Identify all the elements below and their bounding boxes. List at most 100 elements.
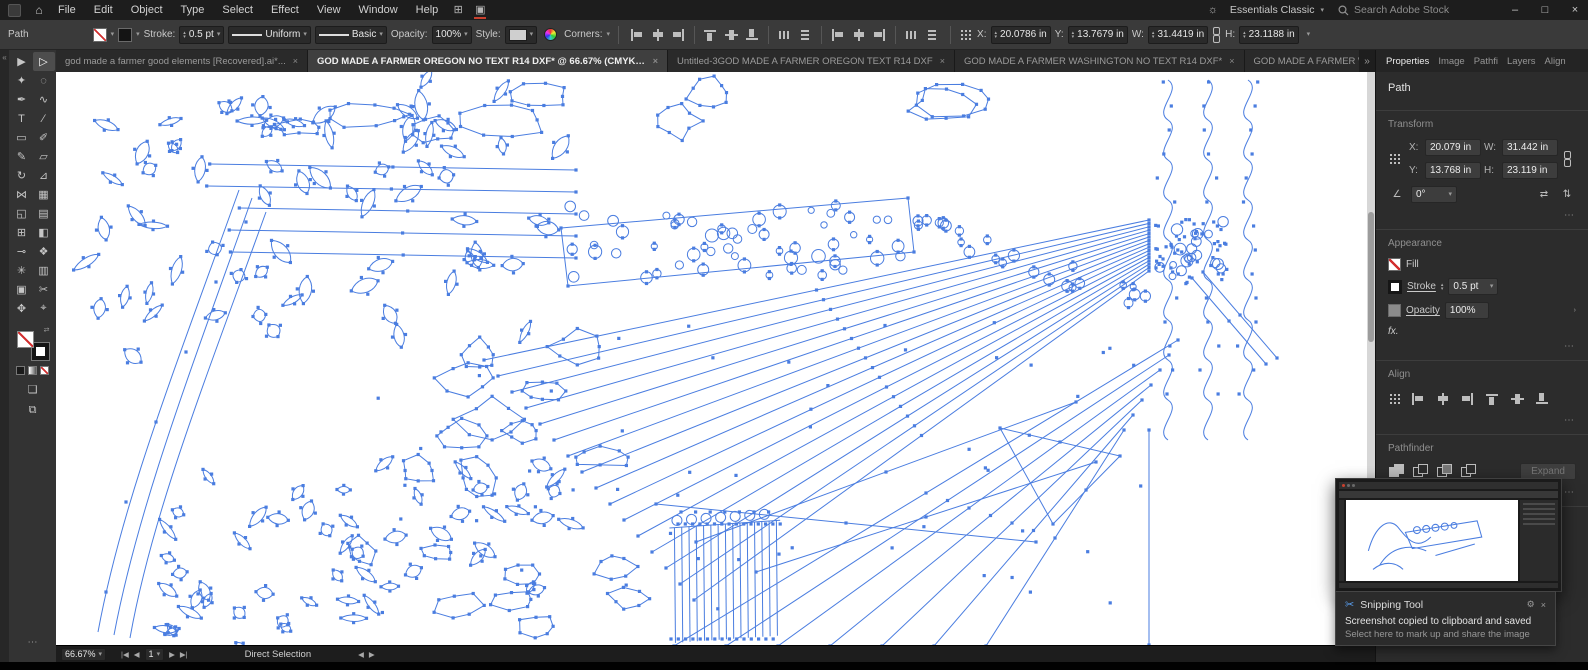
- stroke-weight-chevron-icon[interactable]: ▾: [1490, 283, 1494, 290]
- stroke-link[interactable]: Stroke: [1407, 281, 1436, 292]
- stepper-icon[interactable]: ▴▾: [1441, 283, 1444, 291]
- horizontal-align-center-icon[interactable]: [1433, 389, 1452, 408]
- stroke-swatch[interactable]: [1388, 280, 1402, 294]
- horizontal-align-right-icon[interactable]: [1458, 389, 1477, 408]
- h-field[interactable]: 23.119 in: [1502, 162, 1558, 179]
- lasso-tool[interactable]: ◌: [33, 71, 55, 90]
- more-options-icon[interactable]: ▾: [1307, 31, 1311, 38]
- column-graph-tool[interactable]: ▥: [33, 261, 55, 280]
- horizontal-align-left-icon[interactable]: [1408, 389, 1427, 408]
- menu-object[interactable]: Object: [122, 0, 172, 20]
- status-back-icon[interactable]: ◀: [358, 650, 364, 659]
- collapse-icon[interactable]: «: [2, 53, 6, 62]
- scale-tool[interactable]: ⊿: [33, 166, 55, 185]
- first-artboard-icon[interactable]: |◀: [121, 650, 129, 659]
- align-options-icon[interactable]: [1388, 392, 1402, 406]
- rotation-dropdown[interactable]: 0° ▾: [1411, 186, 1457, 203]
- stepper-icon[interactable]: ▴▾: [1243, 31, 1246, 39]
- vertical-align-top-icon[interactable]: [1483, 389, 1502, 408]
- rotation-chevron-icon[interactable]: ▾: [1448, 191, 1452, 198]
- arrange-documents-icon[interactable]: ▣: [469, 0, 491, 20]
- eraser-tool[interactable]: ▱: [33, 147, 55, 166]
- last-artboard-icon[interactable]: ▶|: [180, 650, 188, 659]
- recolor-artwork-icon[interactable]: [541, 25, 560, 44]
- tab-overflow-icon[interactable]: »: [1359, 50, 1375, 72]
- width-profile-dropdown[interactable]: Uniform ▾: [228, 26, 311, 44]
- align-more-icon[interactable]: ⋯: [1564, 415, 1574, 426]
- appearance-more-icon[interactable]: ⋯: [1564, 341, 1574, 352]
- color-mode-icon[interactable]: [16, 366, 25, 375]
- fill-chevron-icon[interactable]: ▾: [111, 31, 115, 38]
- perspective-grid-tool[interactable]: ▤: [33, 204, 55, 223]
- type-tool[interactable]: T: [11, 109, 33, 128]
- menu-type[interactable]: Type: [172, 0, 214, 20]
- scrollbar-thumb[interactable]: [1368, 212, 1374, 342]
- width-tool[interactable]: ⋈: [11, 185, 33, 204]
- vertical-align-bottom-icon[interactable]: [743, 25, 762, 44]
- panel-tab-image[interactable]: Image: [1438, 56, 1464, 67]
- blend-tool[interactable]: ❖: [33, 242, 55, 261]
- gradient-mode-icon[interactable]: [28, 366, 37, 375]
- fx-button[interactable]: fx.: [1388, 326, 1576, 337]
- slice-tool[interactable]: ✂: [33, 280, 55, 299]
- snip-thumbnail[interactable]: [1346, 500, 1518, 581]
- reference-point-icon[interactable]: [959, 28, 973, 42]
- vertical-align-center-icon[interactable]: [1508, 389, 1527, 408]
- reference-point-locator[interactable]: [1388, 152, 1402, 166]
- free-transform-tool[interactable]: ▦: [33, 185, 55, 204]
- stroke-chevron-icon[interactable]: ▾: [136, 31, 140, 38]
- shape-builder-tool[interactable]: ◱: [11, 204, 33, 223]
- pen-tool[interactable]: ✒: [11, 90, 33, 109]
- vertical-align-top-icon[interactable]: [701, 25, 720, 44]
- direct-selection-tool[interactable]: ▷: [33, 52, 55, 71]
- discover-icon[interactable]: ☼: [1202, 0, 1224, 20]
- width-profile-chevron-icon[interactable]: ▾: [303, 31, 307, 38]
- snipping-tool-toast[interactable]: ✂ Snipping Tool ⚙ × Screenshot copied to…: [1335, 591, 1556, 646]
- flip-horizontal-icon[interactable]: ⇄: [1535, 187, 1553, 203]
- artboard-tool[interactable]: ▣: [11, 280, 33, 299]
- zoom-chevron-icon[interactable]: ▾: [99, 651, 103, 658]
- stroke-weight-field[interactable]: ▴▾ 0.5 pt ▾: [179, 26, 224, 44]
- pencil-tool[interactable]: ✎: [11, 147, 33, 166]
- maximize-button[interactable]: □: [1532, 0, 1558, 20]
- style-chevron-icon[interactable]: ▾: [530, 31, 534, 38]
- opacity-chevron-icon[interactable]: ▾: [464, 31, 468, 38]
- pathfinder-more-icon[interactable]: ⋯: [1564, 487, 1574, 498]
- transform-more-icon[interactable]: ⋯: [1564, 210, 1574, 221]
- stroke-weight-dropdown[interactable]: 0.5 pt ▾: [1448, 278, 1498, 295]
- tab-close-icon[interactable]: ×: [940, 56, 945, 66]
- workspace-chevron-icon[interactable]: ▾: [1320, 7, 1324, 14]
- horizontal-align-center-icon[interactable]: [648, 25, 667, 44]
- opacity-swatch[interactable]: [1388, 304, 1401, 317]
- status-forward-icon[interactable]: ▶: [369, 650, 375, 659]
- menu-window[interactable]: Window: [350, 0, 407, 20]
- opacity-panel-icon[interactable]: ›: [1574, 307, 1576, 314]
- style-dropdown[interactable]: ▾: [505, 26, 538, 44]
- stepper-icon[interactable]: ▴▾: [1152, 31, 1155, 39]
- menu-effect[interactable]: Effect: [262, 0, 308, 20]
- artboard-number-dropdown[interactable]: 1 ▾: [145, 648, 165, 661]
- toast-close-icon[interactable]: ×: [1541, 600, 1546, 610]
- distribute-right-edge-icon[interactable]: [870, 25, 889, 44]
- symbol-sprayer-tool[interactable]: ✳: [11, 261, 33, 280]
- stepper-icon[interactable]: ▴▾: [183, 31, 186, 39]
- gradient-tool[interactable]: ◧: [33, 223, 55, 242]
- distribute-horizontal-icon[interactable]: [775, 25, 794, 44]
- distribute-spacing-horizontal-icon[interactable]: [902, 25, 921, 44]
- close-button[interactable]: ×: [1562, 0, 1588, 20]
- zoom-tool[interactable]: ⌖: [33, 299, 55, 318]
- distribute-spacing-vertical-icon[interactable]: [923, 25, 942, 44]
- swap-fill-stroke-icon[interactable]: ⇄: [44, 326, 50, 334]
- screen-mode-icon[interactable]: ⧉: [29, 404, 37, 417]
- zoom-level-dropdown[interactable]: 66.67% ▾: [61, 648, 106, 661]
- horizontal-align-left-icon[interactable]: [627, 25, 646, 44]
- curvature-tool[interactable]: ∿: [33, 90, 55, 109]
- panel-tab-pathfi[interactable]: Pathfi: [1474, 56, 1498, 67]
- draw-mode-icon[interactable]: ❏: [28, 383, 38, 396]
- rotate-tool[interactable]: ↻: [11, 166, 33, 185]
- opacity-link[interactable]: Opacity: [1406, 305, 1440, 316]
- artboard-chevron-icon[interactable]: ▾: [157, 651, 161, 658]
- tab-close-icon[interactable]: ×: [653, 56, 658, 66]
- opacity-field[interactable]: 100% ▾: [432, 26, 472, 44]
- menu-help[interactable]: Help: [407, 0, 448, 20]
